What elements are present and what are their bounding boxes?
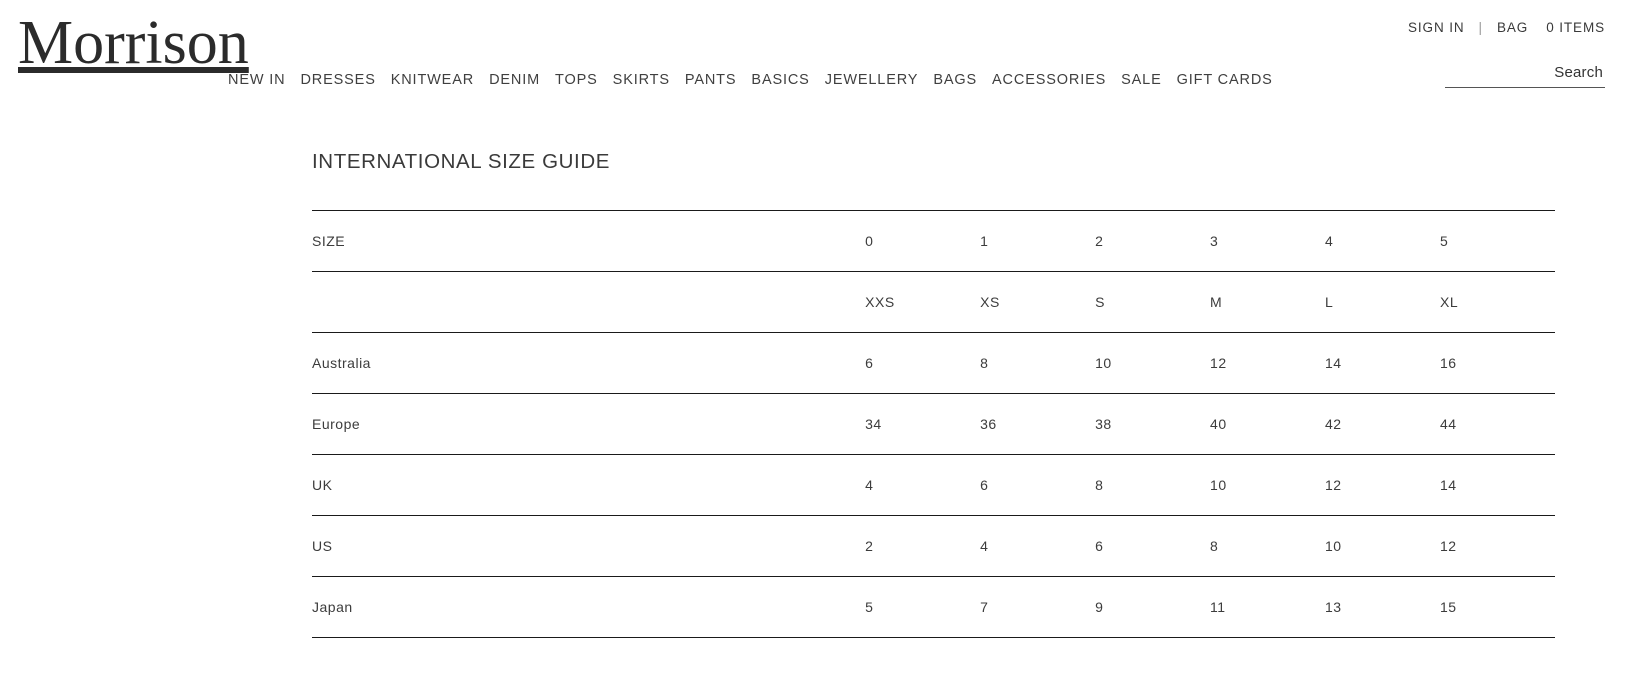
cell-uk-4: 12: [1325, 454, 1440, 516]
cell-us-5: 12: [1439, 515, 1555, 577]
cell-europe-3: 40: [1210, 393, 1326, 455]
size-number-1: 1: [980, 210, 1096, 272]
site-header: Morrison SIGN IN | BAG 0 ITEMS NEW IN DR…: [0, 0, 1645, 120]
cell-japan-0: 5: [865, 576, 981, 638]
cell-us-1: 4: [980, 515, 1096, 577]
page-title: INTERNATIONAL SIZE GUIDE: [312, 150, 611, 173]
region-label-us: US: [312, 515, 866, 577]
cell-europe-1: 36: [980, 393, 1096, 455]
size-number-0: 0: [865, 210, 981, 272]
size-letter-m: M: [1210, 271, 1326, 333]
cell-uk-2: 8: [1095, 454, 1211, 516]
cell-europe-0: 34: [865, 393, 981, 455]
size-letter-s: S: [1095, 271, 1211, 333]
table-header-row-letters: XXS XS S M L XL: [312, 271, 1555, 333]
table-row: UK 4 6 8 10 12 14: [312, 454, 1555, 516]
bag-link[interactable]: BAG: [1497, 20, 1528, 35]
nav-item-pants[interactable]: PANTS: [685, 72, 737, 88]
cell-us-4: 10: [1325, 515, 1440, 577]
cell-japan-2: 9: [1095, 576, 1211, 638]
region-label-europe: Europe: [312, 393, 866, 455]
cell-europe-4: 42: [1325, 393, 1440, 455]
nav-item-tops[interactable]: TOPS: [555, 72, 598, 88]
cell-japan-5: 15: [1439, 576, 1555, 638]
cell-us-0: 2: [865, 515, 981, 577]
nav-item-basics[interactable]: BASICS: [751, 72, 809, 88]
search-container: [1445, 64, 1605, 88]
cell-japan-1: 7: [980, 576, 1096, 638]
cell-us-3: 8: [1210, 515, 1326, 577]
size-number-3: 3: [1210, 210, 1326, 272]
nav-item-bags[interactable]: BAGS: [933, 72, 977, 88]
cell-europe-2: 38: [1095, 393, 1211, 455]
size-letter-xl: XL: [1439, 271, 1555, 333]
table-row: Europe 34 36 38 40 42 44: [312, 393, 1555, 455]
cell-us-2: 6: [1095, 515, 1211, 577]
cell-australia-4: 14: [1325, 332, 1440, 394]
nav-item-dresses[interactable]: DRESSES: [300, 72, 375, 88]
cell-uk-3: 10: [1210, 454, 1326, 516]
nav-item-gift-cards[interactable]: GIFT CARDS: [1177, 72, 1273, 88]
table-row: Australia 6 8 10 12 14 16: [312, 332, 1555, 394]
size-letter-xs: XS: [980, 271, 1096, 333]
international-size-table: SIZE 0 1 2 3 4 5 XXS XS S M L XL Austral…: [312, 210, 1555, 638]
size-number-2: 2: [1095, 210, 1211, 272]
region-label-australia: Australia: [312, 332, 866, 394]
main-navigation: NEW IN DRESSES KNITWEAR DENIM TOPS SKIRT…: [228, 72, 1273, 88]
size-number-5: 5: [1439, 210, 1555, 272]
bag-item-count: 0 ITEMS: [1546, 20, 1605, 35]
cell-australia-5: 16: [1439, 332, 1555, 394]
region-label-uk: UK: [312, 454, 866, 516]
cell-australia-3: 12: [1210, 332, 1326, 394]
cell-europe-5: 44: [1439, 393, 1555, 455]
table-row: Japan 5 7 9 11 13 15: [312, 576, 1555, 638]
table-header-row-numbers: SIZE 0 1 2 3 4 5: [312, 210, 1555, 272]
cell-uk-0: 4: [865, 454, 981, 516]
nav-item-accessories[interactable]: ACCESSORIES: [992, 72, 1106, 88]
nav-item-knitwear[interactable]: KNITWEAR: [391, 72, 474, 88]
main-content: INTERNATIONAL SIZE GUIDE SIZE 0 1 2 3 4 …: [312, 150, 1555, 638]
site-logo[interactable]: Morrison: [18, 12, 249, 74]
table-row: US 2 4 6 8 10 12: [312, 515, 1555, 577]
utility-separator: |: [1478, 20, 1483, 35]
cell-australia-1: 8: [980, 332, 1096, 394]
utility-bar: SIGN IN | BAG 0 ITEMS: [1408, 20, 1605, 35]
size-letters-row-label: [312, 271, 866, 333]
search-input[interactable]: [1445, 64, 1605, 88]
cell-japan-3: 11: [1210, 576, 1326, 638]
sign-in-link[interactable]: SIGN IN: [1408, 20, 1465, 35]
cell-australia-2: 10: [1095, 332, 1211, 394]
size-header-label: SIZE: [312, 210, 866, 272]
region-label-japan: Japan: [312, 576, 866, 638]
cell-uk-5: 14: [1439, 454, 1555, 516]
cell-uk-1: 6: [980, 454, 1096, 516]
nav-item-denim[interactable]: DENIM: [489, 72, 540, 88]
nav-item-jewellery[interactable]: JEWELLERY: [825, 72, 919, 88]
nav-item-sale[interactable]: SALE: [1121, 72, 1161, 88]
cell-japan-4: 13: [1325, 576, 1440, 638]
size-letter-xxs: XXS: [865, 271, 981, 333]
cell-australia-0: 6: [865, 332, 981, 394]
nav-item-new-in[interactable]: NEW IN: [228, 72, 285, 88]
size-number-4: 4: [1325, 210, 1440, 272]
nav-item-skirts[interactable]: SKIRTS: [613, 72, 670, 88]
size-letter-l: L: [1325, 271, 1440, 333]
